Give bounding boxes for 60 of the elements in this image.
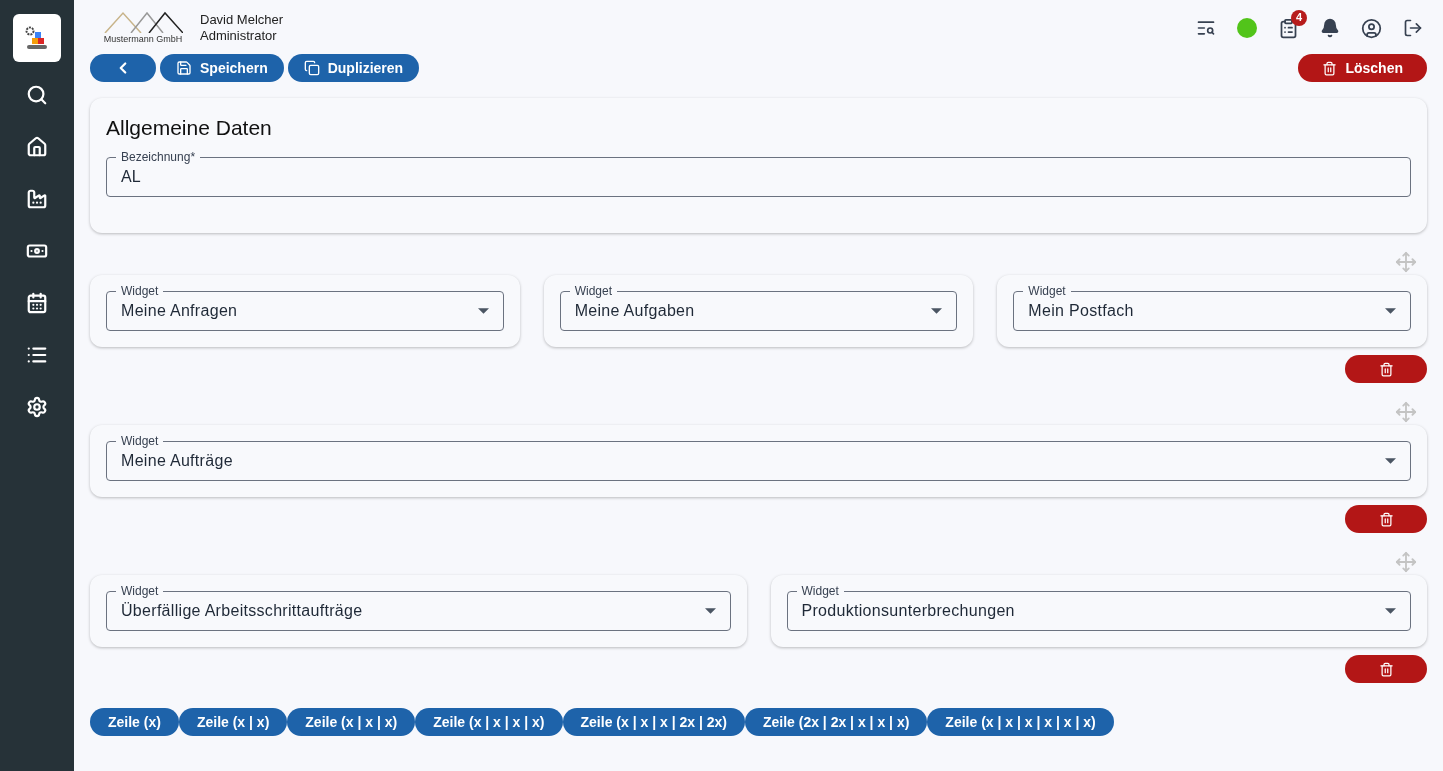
bell-icon[interactable] — [1320, 18, 1340, 38]
field-label: Bezeichnung* — [116, 149, 201, 165]
dropdown-caret-icon — [1385, 308, 1396, 314]
mountains-icon — [103, 11, 183, 33]
delete-button[interactable]: Löschen — [1298, 54, 1427, 82]
delete-row-button[interactable] — [1345, 655, 1427, 683]
trash-icon — [1378, 661, 1394, 677]
drag-handle-icon[interactable] — [1395, 251, 1417, 273]
field-label: Widget — [116, 283, 164, 299]
user-name: David Melcher — [200, 12, 284, 28]
field-value: Meine Anfragen — [121, 301, 239, 321]
trash-icon — [1378, 511, 1394, 527]
field-label: Widget — [796, 583, 844, 599]
save-button[interactable]: Speichern — [160, 54, 284, 82]
add-row-button[interactable]: Zeile (2x | 2x | x | x | x) — [744, 708, 928, 736]
field-value: Mein Postfach — [1028, 301, 1135, 321]
add-row-button[interactable]: Zeile (x | x | x | 2x | 2x) — [562, 708, 745, 736]
list-icon[interactable] — [26, 344, 48, 366]
trash-icon — [1378, 361, 1394, 377]
trash-icon — [1322, 60, 1338, 76]
settings-icon[interactable] — [26, 396, 48, 418]
factory-icon[interactable] — [26, 188, 48, 210]
field-label: Widget — [1023, 283, 1071, 299]
add-row-button[interactable]: Zeile (x | x | x | x | x | x) — [927, 708, 1114, 736]
delete-row-button[interactable] — [1345, 505, 1427, 533]
add-row-button[interactable]: Zeile (x | x | x | x) — [415, 708, 563, 736]
home-icon[interactable] — [26, 136, 48, 158]
notification-badge: 4 — [1291, 9, 1307, 26]
dropdown-caret-icon — [1385, 608, 1396, 614]
add-row-button[interactable]: Zeile (x | x) — [178, 708, 288, 736]
calendar-icon[interactable] — [26, 292, 48, 314]
field-value: Meine Aufträge — [121, 451, 234, 471]
search-icon[interactable] — [26, 84, 48, 106]
logout-icon[interactable] — [1403, 18, 1423, 38]
section-title: Allgemeine Daten — [106, 116, 273, 140]
app-logo-icon[interactable] — [13, 14, 61, 62]
dropdown-caret-icon — [931, 308, 943, 314]
back-button[interactable] — [90, 54, 156, 82]
field-value: Meine Aufgaben — [574, 301, 696, 321]
dropdown-caret-icon — [1385, 458, 1396, 464]
company-name: Mustermann GmbH — [103, 33, 183, 45]
dropdown-caret-icon — [704, 608, 716, 614]
account-icon[interactable] — [1361, 17, 1382, 39]
copy-icon — [303, 60, 320, 76]
save-icon — [176, 60, 192, 76]
add-row-button[interactable]: Zeile (x) — [90, 708, 179, 736]
delete-row-button[interactable] — [1345, 355, 1427, 383]
field-value: Produktionsunterbrechungen — [801, 601, 1016, 621]
dropdown-caret-icon — [477, 308, 489, 314]
field-label: Widget — [116, 583, 164, 599]
field-value: Überfällige Arbeitsschrittaufträge — [121, 601, 364, 621]
add-row-button[interactable]: Zeile (x | x | x) — [287, 708, 416, 736]
drag-handle-icon[interactable] — [1395, 401, 1417, 423]
field-label: Widget — [116, 433, 164, 449]
field-value: AL — [121, 167, 141, 187]
drag-handle-icon[interactable] — [1395, 551, 1417, 573]
search-list-icon[interactable] — [1196, 18, 1216, 38]
field-label: Widget — [569, 283, 618, 299]
duplicate-button[interactable]: Duplizieren — [287, 54, 420, 82]
user-role: Administrator — [200, 28, 278, 44]
